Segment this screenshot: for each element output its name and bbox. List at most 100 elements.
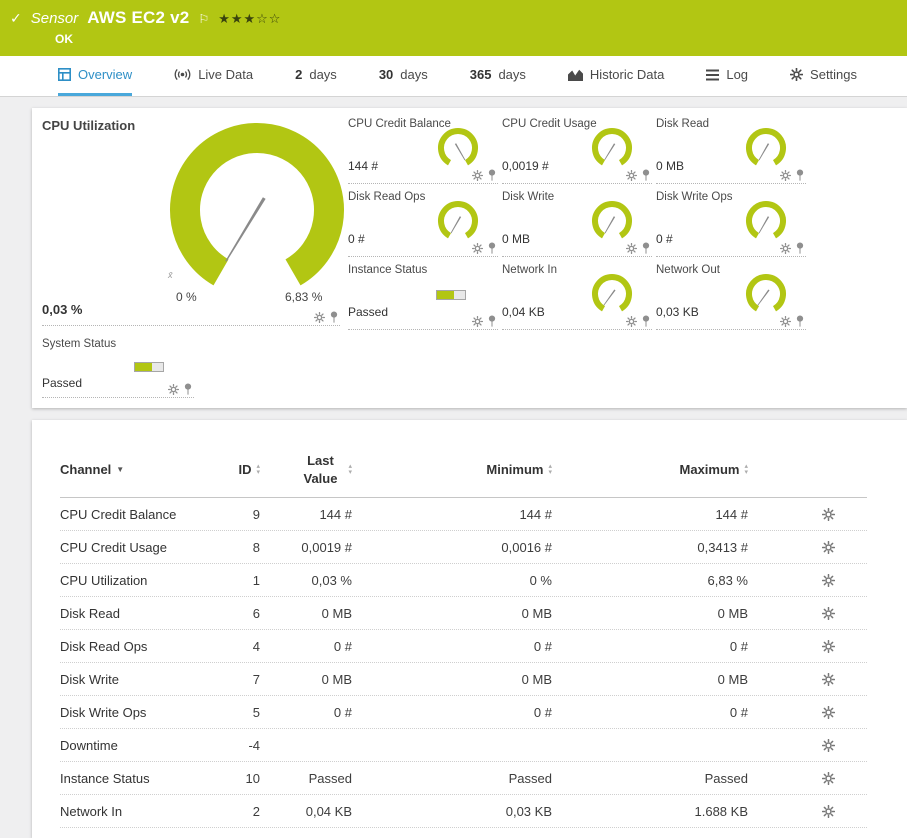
flag-icon[interactable]: ⚐: [198, 12, 209, 26]
tab-label: Historic Data: [589, 67, 665, 82]
channel-gauge: [746, 128, 786, 166]
table-header-row: Channel ▼ ID ▴ ▾ Last Value ▴ ▾ Minimum ▴ ▾…: [60, 442, 867, 498]
pin-icon[interactable]: [796, 242, 804, 254]
pin-icon[interactable]: [330, 311, 338, 323]
channel-settings-gear-icon[interactable]: [822, 672, 835, 686]
cell-channel[interactable]: Disk Write: [60, 672, 200, 687]
pin-icon[interactable]: [642, 315, 650, 327]
overview-icon: [58, 68, 71, 81]
channel-settings-gear-icon[interactable]: [822, 573, 835, 587]
channel-settings-gear-icon[interactable]: [168, 383, 179, 395]
channel-settings-gear-icon[interactable]: [822, 639, 835, 653]
gauge-needle: [758, 216, 770, 234]
cell-minimum: 144 #: [519, 506, 552, 522]
channel-settings-gear-icon[interactable]: [780, 242, 791, 254]
tab-overview[interactable]: Overview: [58, 56, 133, 96]
channel-settings-gear-icon[interactable]: [822, 507, 835, 521]
gauge-action-icons: [780, 242, 804, 254]
col-header-last-value[interactable]: Last Value ▴ ▾: [260, 452, 353, 487]
status-indicator-bar: [134, 362, 164, 372]
header-channel-label: Channel: [60, 462, 112, 477]
cell-minimum: 0 #: [533, 704, 552, 720]
gauge-action-icons: [168, 383, 192, 395]
channel-settings-gear-icon[interactable]: [626, 315, 637, 327]
priority-stars[interactable]: ★★★☆☆: [218, 11, 281, 27]
cell-channel[interactable]: Network In: [60, 804, 200, 819]
channel-settings-gear-icon[interactable]: [822, 705, 835, 719]
pin-icon[interactable]: [488, 242, 496, 254]
cell-channel[interactable]: Instance Status: [60, 771, 200, 786]
pin-icon[interactable]: [184, 383, 192, 395]
cell-minimum: 0,0016 #: [501, 539, 552, 555]
tab-365-days[interactable]: 365 days: [470, 56, 526, 96]
table-row: Disk Read 6 0 MB 0 MB 0 MB: [60, 597, 867, 630]
table-row: CPU Credit Balance 9 144 # 144 # 144 #: [60, 498, 867, 531]
cell-id: 4: [252, 638, 260, 654]
channel-settings-gear-icon[interactable]: [822, 606, 835, 620]
table-row: Network In 2 0,04 KB 0,03 KB 1.688 KB: [60, 795, 867, 828]
channel-settings-gear-icon[interactable]: [314, 311, 325, 323]
table-row: CPU Utilization 1 0,03 % 0 % 6,83 %: [60, 564, 867, 597]
col-header-minimum[interactable]: Minimum ▴ ▾: [352, 462, 552, 477]
col-header-channel[interactable]: Channel ▼: [60, 462, 200, 477]
cell-channel[interactable]: Disk Read Ops: [60, 639, 200, 654]
tab-30-days[interactable]: 30 days: [379, 56, 428, 96]
tab-settings[interactable]: Settings: [790, 56, 857, 96]
cell-minimum: 0,03 KB: [505, 803, 552, 819]
pin-icon[interactable]: [488, 315, 496, 327]
tab-log[interactable]: Log: [706, 56, 748, 96]
cell-channel[interactable]: Disk Read: [60, 606, 200, 621]
gauge-needle: [450, 216, 462, 234]
cell-last-value: 0,0019 #: [301, 539, 352, 555]
channel-settings-gear-icon[interactable]: [822, 540, 835, 554]
cell-actions: [748, 606, 867, 620]
cell-actions: [748, 771, 867, 785]
pin-icon[interactable]: [796, 169, 804, 181]
tab-historic-data[interactable]: Historic Data: [567, 56, 665, 96]
pin-icon[interactable]: [488, 169, 496, 181]
channel-settings-gear-icon[interactable]: [822, 804, 835, 818]
pin-icon[interactable]: [642, 242, 650, 254]
cpu-utilization-gauge: x̄: [167, 123, 344, 286]
channel-settings-gear-icon[interactable]: [472, 242, 483, 254]
object-kind-label: Sensor: [30, 10, 79, 27]
cell-id: 9: [252, 506, 260, 522]
channel-settings-gear-icon[interactable]: [626, 242, 637, 254]
col-header-maximum[interactable]: Maximum ▴ ▾: [552, 462, 748, 477]
sensor-title-row: ✓ Sensor AWS EC2 v2 ⚐ ★★★☆☆: [10, 8, 281, 28]
gauge-min-label: 0 %: [176, 290, 197, 304]
channel-settings-gear-icon[interactable]: [822, 738, 835, 752]
cell-minimum: 0 %: [529, 572, 552, 588]
cell-channel[interactable]: CPU Credit Usage: [60, 540, 200, 555]
tab-live-data[interactable]: Live Data: [174, 56, 253, 96]
gauge-value: 0,04 KB: [502, 305, 545, 319]
gauge-action-icons: [626, 242, 650, 254]
gauge-action-icons: [780, 169, 804, 181]
channel-settings-gear-icon[interactable]: [472, 169, 483, 181]
cell-maximum: 0 MB: [717, 671, 748, 687]
channel-settings-gear-icon[interactable]: [780, 315, 791, 327]
gauge-needle: [225, 197, 266, 262]
channel-settings-gear-icon[interactable]: [780, 169, 791, 181]
col-header-id[interactable]: ID ▴ ▾: [200, 462, 260, 477]
cell-actions: [748, 540, 867, 554]
gauge-value: Passed: [42, 376, 83, 390]
cell-channel[interactable]: CPU Utilization: [60, 573, 200, 588]
cell-channel[interactable]: CPU Credit Balance: [60, 507, 200, 522]
pin-icon[interactable]: [642, 169, 650, 181]
cell-id: 7: [252, 671, 260, 687]
gauge-action-icons: [472, 169, 496, 181]
cell-channel[interactable]: Downtime: [60, 738, 200, 753]
stars-filled: ★★★: [218, 11, 257, 26]
tab-bar: Overview Live Data 2 days 30 days 365 da…: [0, 56, 907, 97]
channel-gauge: [592, 128, 632, 166]
channel-settings-gear-icon[interactable]: [626, 169, 637, 181]
cell-maximum: 0 #: [729, 704, 748, 720]
pin-icon[interactable]: [796, 315, 804, 327]
tab-2-days[interactable]: 2 days: [295, 56, 337, 96]
cell-channel[interactable]: Disk Write Ops: [60, 705, 200, 720]
channel-settings-gear-icon[interactable]: [472, 315, 483, 327]
cell-actions: [748, 804, 867, 818]
channel-settings-gear-icon[interactable]: [822, 771, 835, 785]
cell-last-value: 144 #: [319, 506, 352, 522]
